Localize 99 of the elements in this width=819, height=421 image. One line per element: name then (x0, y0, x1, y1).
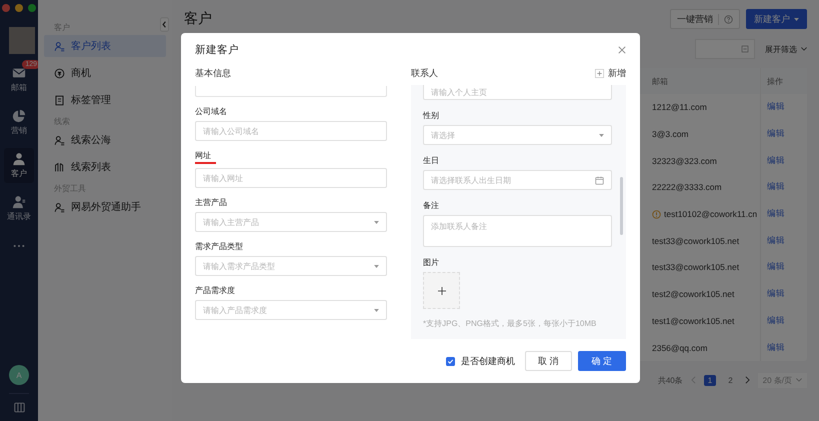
column-header: 操作 (766, 76, 784, 86)
field-label: 网址 (195, 150, 216, 164)
dropdown-caret-icon (374, 264, 379, 268)
section-title: 基本信息 (195, 67, 232, 80)
plus-icon (595, 68, 604, 78)
field-label: 性别 (423, 110, 439, 121)
edit-link[interactable]: 编辑 (767, 154, 785, 165)
date-field[interactable]: 请选择联系人出生日期 (423, 170, 612, 190)
page-title: 客户 (184, 10, 212, 28)
input-field[interactable]: 请输入个人主页 (423, 85, 612, 100)
pie-chart-icon (12, 109, 26, 123)
chevron-down-icon (801, 47, 807, 51)
columns-icon[interactable] (14, 402, 24, 413)
field-label: 图片 (423, 257, 439, 268)
field-label: 产品需求度 (195, 285, 235, 296)
email-cell: 2356@qq.com (652, 342, 708, 353)
add-contact-button[interactable]: 新增 (595, 66, 626, 80)
edit-link[interactable]: 编辑 (767, 101, 785, 112)
photo-placeholder (9, 27, 35, 54)
search-field[interactable] (695, 39, 755, 59)
more-icon[interactable] (13, 244, 25, 248)
zoom-window-icon[interactable] (28, 4, 36, 12)
email-cell: test33@cowork105.net (652, 236, 740, 246)
email-cell: test33@cowork105.net (652, 262, 740, 272)
email-cell: test2@cowork105.net (652, 289, 734, 300)
close-icon[interactable] (618, 46, 626, 54)
edit-link[interactable]: 编辑 (767, 288, 785, 298)
page-number[interactable]: 2 (724, 374, 737, 386)
confirm-button[interactable]: 确 定 (578, 351, 626, 371)
total-count: 共40条 (658, 374, 683, 386)
rail-nav-item[interactable]: 客户 (4, 148, 34, 183)
input-field[interactable]: 请输入网址 (195, 168, 387, 188)
scrollbar[interactable] (620, 177, 623, 235)
next-page-icon[interactable] (744, 376, 750, 384)
rail-nav-item[interactable]: 通讯录 (4, 191, 34, 226)
coin-icon (54, 68, 65, 78)
dropdown-caret-icon (374, 220, 379, 224)
input-field[interactable]: 请输入公司域名 (195, 121, 387, 141)
field-label: 生日 (423, 155, 439, 166)
email-cell: test10102@cowork11.cn (664, 209, 758, 220)
new-customer-button[interactable]: 新建客户 (746, 9, 807, 29)
edit-link[interactable]: 编辑 (767, 314, 785, 325)
tag-icon (54, 94, 65, 106)
caret-icon (794, 18, 799, 20)
field-label: 备注 (423, 200, 439, 211)
field-label: 需求产品类型 (195, 241, 243, 252)
sidebar-item[interactable]: 线索列表 (44, 156, 166, 178)
select-field[interactable]: 请输入主营产品 (195, 212, 387, 232)
expand-filter-link[interactable]: 展开筛选 (765, 44, 797, 54)
mail-icon (12, 66, 26, 80)
section-title: 联系人 (411, 66, 438, 80)
notes-field[interactable]: 添加联系人备注 (423, 215, 612, 247)
cancel-button[interactable]: 取 消 (525, 351, 572, 371)
checkbox-label: 是否创建商机 (461, 354, 515, 368)
filter-icon (741, 45, 749, 53)
email-cell: 22222@3333.com (652, 182, 722, 192)
marketing-button[interactable]: 一键营销 (670, 9, 740, 29)
help-icon (724, 14, 733, 24)
edit-link[interactable]: 编辑 (767, 234, 785, 245)
edit-link[interactable]: 编辑 (767, 128, 785, 138)
calendar-icon (595, 176, 604, 184)
email-cell: 32323@323.com (652, 156, 717, 166)
email-cell: 1212@11.com (652, 102, 707, 112)
edit-link[interactable]: 编辑 (767, 261, 785, 272)
close-window-icon[interactable] (2, 4, 10, 12)
user-icon (54, 40, 65, 52)
collapse-icon[interactable] (160, 17, 169, 32)
dropdown-caret-icon (599, 134, 604, 136)
list-icon (54, 162, 65, 172)
select-field[interactable]: 请选择 (423, 125, 612, 145)
user-icon (54, 202, 65, 212)
input-field[interactable] (195, 86, 387, 97)
email-cell: test1@cowork105.net (652, 316, 734, 326)
upload-hint: *支持JPG、PNG格式，最多5张，每张小于10MB (423, 318, 598, 329)
field-label: 公司域名 (195, 106, 227, 117)
sidebar-item[interactable]: 商机 (44, 62, 166, 84)
email-cell: 3@3.com (652, 129, 689, 140)
checkbox[interactable] (446, 356, 455, 366)
edit-link[interactable]: 编辑 (767, 181, 785, 192)
select-field[interactable]: 请输入产品需求度 (195, 300, 387, 320)
sidebar-item[interactable]: 网易外贸通助手 (44, 196, 166, 218)
dialog-title: 新建客户 (195, 43, 239, 57)
minimize-window-icon[interactable] (15, 4, 23, 12)
user-icon (54, 134, 65, 146)
sidebar-item[interactable]: 线索公海 (44, 129, 166, 151)
sidebar-item[interactable]: 客户列表 (44, 35, 166, 57)
edit-link[interactable]: 编辑 (767, 342, 785, 352)
dropdown-caret-icon (374, 308, 379, 312)
chevron-down-icon (796, 378, 802, 382)
field-label: 主营产品 (195, 197, 227, 208)
select-field[interactable]: 请输入需求产品类型 (195, 256, 387, 276)
rail-nav-item[interactable]: 营销 (4, 105, 34, 140)
edit-link[interactable]: 编辑 (767, 208, 785, 218)
contacts-icon (12, 195, 26, 209)
person-icon (12, 152, 26, 166)
sidebar-item[interactable]: 标签管理 (44, 89, 166, 111)
page-number[interactable]: 1 (704, 374, 716, 386)
column-header: 邮箱 (650, 68, 761, 94)
plus-icon (438, 286, 446, 294)
